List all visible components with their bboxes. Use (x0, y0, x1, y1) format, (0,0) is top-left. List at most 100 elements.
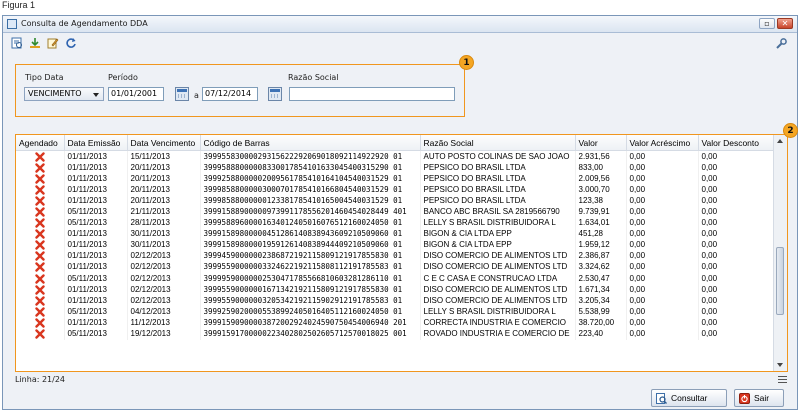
wrench-icon[interactable] (775, 38, 787, 50)
table-cell: 0,00 (626, 317, 699, 329)
figure-label: Figura 1 (2, 0, 36, 10)
delete-icon[interactable] (35, 151, 45, 162)
menu-icon[interactable] (778, 376, 787, 385)
delete-icon[interactable] (35, 162, 45, 173)
table-cell: 3999588800000833001785410163304540031529… (200, 162, 421, 174)
table-row[interactable]: 05/11/2013 02/12/2013 39999590000002530471… (16, 273, 775, 285)
close-button[interactable]: ✕ (777, 18, 793, 29)
table-row[interactable]: 05/11/2013 19/12/2013 39991591700000223402… (16, 328, 775, 340)
vertical-scrollbar[interactable] (773, 135, 787, 371)
refresh-icon[interactable] (65, 37, 77, 49)
agendado-cell[interactable] (16, 317, 65, 329)
table-cell: C E C CASA E CONSTRUCAO LTDA (420, 273, 576, 285)
minimize-button[interactable]: ▫ (759, 18, 775, 29)
table-row[interactable]: 01/11/2013 20/11/2013 39995888000008330017… (16, 162, 775, 174)
delete-icon[interactable] (35, 307, 45, 317)
table-row[interactable]: 01/11/2013 15/11/2013 39995583000029315622… (16, 150, 775, 163)
date-from-input[interactable]: 01/01/2001 (108, 87, 164, 101)
agendado-cell[interactable] (16, 239, 65, 251)
report-icon[interactable] (11, 37, 23, 49)
table-cell: 3999559000000167134219211580912191785583… (200, 284, 421, 296)
delete-icon[interactable] (35, 174, 45, 184)
table-cell: BANCO ABC BRASIL SA 2819566790 (420, 206, 576, 218)
agendado-cell[interactable] (16, 250, 65, 262)
calendar-icon[interactable] (268, 87, 282, 101)
calendar-icon[interactable] (175, 87, 189, 101)
table-cell: 0,00 (698, 273, 775, 285)
table-row[interactable]: 05/11/2013 04/12/2013 39992590200005538992… (16, 306, 775, 318)
table-row[interactable]: 01/11/2013 20/11/2013 39992588000002009561… (16, 173, 775, 185)
delete-icon[interactable] (35, 185, 45, 195)
table-row[interactable]: 05/11/2013 28/11/2013 39995889600001634012… (16, 217, 775, 229)
agendado-cell[interactable] (16, 306, 65, 318)
agendado-cell[interactable] (16, 195, 65, 207)
consultar-button[interactable]: Consultar (651, 389, 727, 407)
delete-icon[interactable] (35, 229, 45, 239)
download-icon[interactable] (29, 37, 41, 49)
delete-icon[interactable] (35, 262, 45, 273)
agendado-cell[interactable] (16, 261, 65, 274)
table-row[interactable]: 01/11/2013 20/11/2013 39998588000003000701… (16, 184, 775, 196)
date-to-input[interactable]: 07/12/2014 (202, 87, 258, 101)
table-cell: 0,00 (698, 162, 775, 174)
column-header[interactable]: Código de Barras (200, 135, 421, 151)
table-row[interactable]: 01/11/2013 02/12/2013 39995590000001671342… (16, 284, 775, 296)
agendado-cell[interactable] (16, 328, 65, 340)
scroll-thumb[interactable] (776, 247, 784, 315)
agendado-cell[interactable] (16, 173, 65, 185)
delete-icon[interactable] (35, 240, 45, 250)
column-header[interactable]: Data Vencimento (127, 135, 201, 151)
table-row[interactable]: 01/11/2013 02/12/2013 39994590000002386872… (16, 250, 775, 262)
table-row[interactable]: 01/11/2013 02/12/2013 39995590000003205342… (16, 295, 775, 307)
column-header[interactable]: Agendado (16, 135, 65, 151)
table-row[interactable]: 01/11/2013 30/11/2013 39991589800000451286… (16, 228, 775, 240)
delete-icon[interactable] (35, 296, 45, 306)
agendado-cell[interactable] (16, 206, 65, 218)
delete-icon[interactable] (35, 273, 45, 284)
table-cell: 01/11/2013 (64, 317, 128, 329)
delete-icon[interactable] (35, 284, 45, 295)
table-cell: 1.959,12 (575, 239, 627, 251)
table-cell: DISO COMERCIO DE ALIMENTOS LTD (420, 295, 576, 307)
table-row[interactable]: 01/11/2013 11/12/2013 39991590900003872002… (16, 317, 775, 329)
table-row[interactable]: 01/11/2013 20/11/2013 39998588000000123381… (16, 195, 775, 207)
agendado-cell[interactable] (16, 295, 65, 307)
delete-icon[interactable] (35, 251, 45, 262)
agendado-cell[interactable] (16, 217, 65, 229)
consultar-label: Consultar (671, 393, 708, 403)
column-header[interactable]: Valor (575, 135, 627, 151)
table-cell: 2.931,56 (575, 150, 627, 163)
agendado-cell[interactable] (16, 228, 65, 240)
sair-button[interactable]: Sair (734, 389, 784, 407)
table-cell: DISO COMERCIO DE ALIMENTOS LTD (420, 284, 576, 296)
table-cell: 38.720,00 (575, 317, 627, 329)
delete-icon[interactable] (35, 318, 45, 328)
agendado-cell[interactable] (16, 150, 65, 163)
sair-label: Sair (754, 393, 770, 403)
agendado-cell[interactable] (16, 184, 65, 196)
tipo-data-select[interactable]: VENCIMENTO (24, 87, 104, 101)
table-cell: 223,40 (575, 328, 627, 340)
delete-icon[interactable] (35, 329, 45, 339)
table-cell: 833,00 (575, 162, 627, 174)
agendado-cell[interactable] (16, 162, 65, 174)
delete-icon[interactable] (35, 207, 45, 217)
table-row[interactable]: 01/11/2013 30/11/2013 39991589800001959126… (16, 239, 775, 251)
delete-icon[interactable] (35, 196, 45, 206)
column-header[interactable]: Data Emissão (64, 135, 128, 151)
razao-social-input[interactable] (289, 87, 455, 101)
table-cell: 0,00 (698, 173, 775, 185)
edit-icon[interactable] (47, 37, 59, 49)
column-header[interactable]: Razão Social (420, 135, 576, 151)
agendado-cell[interactable] (16, 273, 65, 285)
scroll-down-icon[interactable] (777, 363, 783, 367)
table-row[interactable]: 01/11/2013 02/12/2013 39995590000003324622… (16, 261, 775, 274)
tipo-data-value: VENCIMENTO (28, 89, 82, 98)
column-header[interactable]: Valor Desconto (698, 135, 775, 151)
agendado-cell[interactable] (16, 284, 65, 296)
column-header[interactable]: Valor Acréscimo (626, 135, 699, 151)
scroll-up-icon[interactable] (777, 139, 783, 143)
table-row[interactable]: 05/11/2013 21/11/2013 39991588900000973991… (16, 206, 775, 218)
delete-icon[interactable] (35, 218, 45, 228)
chevron-down-icon (93, 93, 99, 97)
